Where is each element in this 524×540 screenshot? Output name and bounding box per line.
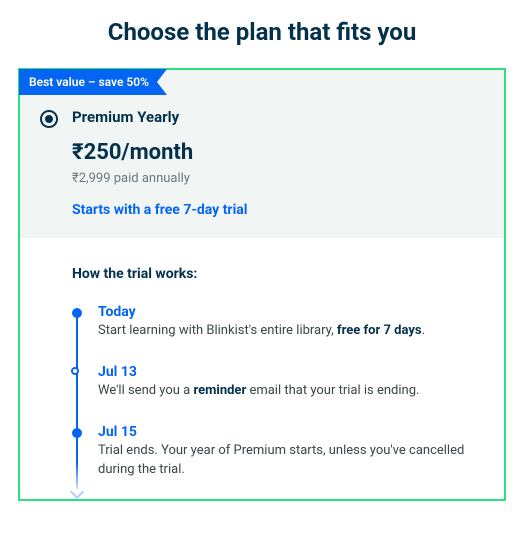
plan-body: Premium Yearly ₹250/month ₹2,999 paid an… xyxy=(72,108,484,218)
trial-step: Today Start learning with Blinkist's ent… xyxy=(72,304,484,340)
step-title: Today xyxy=(98,304,484,320)
timeline-dot-icon xyxy=(72,428,82,438)
plan-radio[interactable] xyxy=(40,110,58,128)
plan-price: ₹250/month xyxy=(72,140,484,165)
timeline-arrow-icon xyxy=(70,485,84,499)
step-title: Jul 15 xyxy=(98,424,484,440)
page-title: Choose the plan that fits you xyxy=(0,0,524,68)
best-value-ribbon: Best value – save 50% xyxy=(19,69,167,95)
step-desc: We'll send you a reminder email that you… xyxy=(98,382,484,400)
trial-heading: How the trial works: xyxy=(72,266,484,282)
plan-trial-note: Starts with a free 7-day trial xyxy=(72,202,484,218)
plan-annual-note: ₹2,999 paid annually xyxy=(72,171,484,186)
step-desc: Start learning with Blinkist's entire li… xyxy=(98,322,484,340)
radio-selected-icon xyxy=(45,115,53,123)
timeline-dot-hollow-icon xyxy=(71,367,79,375)
plan-card[interactable]: Best value – save 50% Premium Yearly ₹25… xyxy=(18,68,506,501)
trial-section: How the trial works: Today Start learnin… xyxy=(20,238,504,499)
plan-name: Premium Yearly xyxy=(72,108,484,126)
timeline-dot-icon xyxy=(72,308,82,318)
step-desc: Trial ends. Your year of Premium starts,… xyxy=(98,442,484,478)
plan-header: Premium Yearly ₹250/month ₹2,999 paid an… xyxy=(20,70,504,238)
trial-step: Jul 13 We'll send you a reminder email t… xyxy=(72,364,484,400)
trial-timeline: Today Start learning with Blinkist's ent… xyxy=(72,304,484,479)
step-title: Jul 13 xyxy=(98,364,484,380)
trial-step: Jul 15 Trial ends. Your year of Premium … xyxy=(72,424,484,478)
